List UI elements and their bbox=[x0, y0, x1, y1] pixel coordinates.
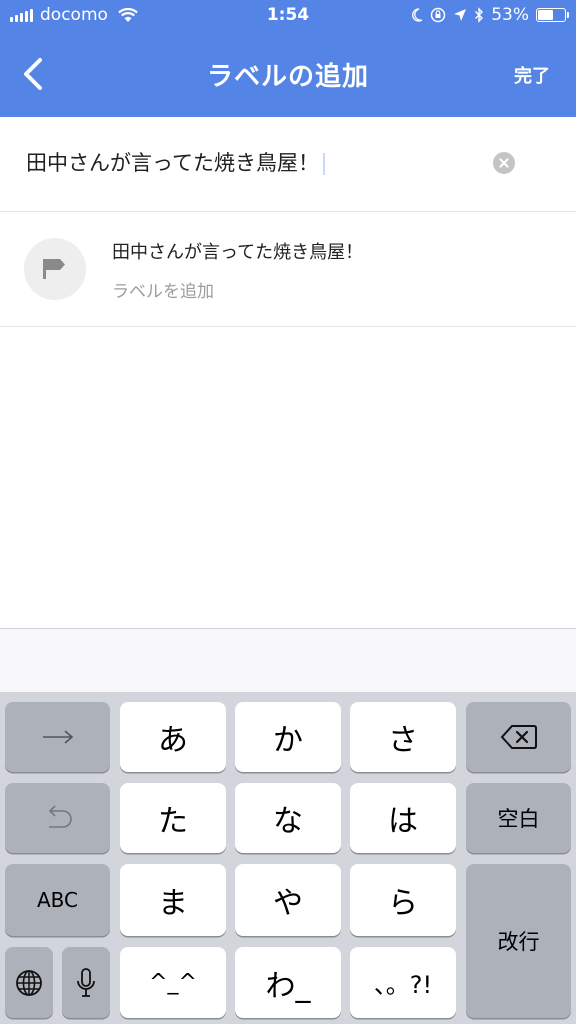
done-button[interactable]: 完了 bbox=[514, 62, 550, 88]
add-label-suggestion[interactable]: 田中さんが言ってた焼き鳥屋！ ラベルを追加 bbox=[0, 212, 576, 327]
moon-icon bbox=[412, 8, 423, 22]
backspace-key[interactable] bbox=[466, 702, 571, 772]
abc-key[interactable]: ABC bbox=[5, 864, 110, 936]
microphone-icon bbox=[77, 967, 95, 997]
key-ya[interactable]: や bbox=[235, 864, 341, 936]
microphone-key[interactable] bbox=[62, 947, 110, 1018]
space-key[interactable]: 空白 bbox=[466, 783, 571, 853]
key-ka[interactable]: か bbox=[235, 702, 341, 772]
globe-icon bbox=[16, 969, 42, 996]
key-punctuation[interactable]: 、。?! bbox=[350, 947, 456, 1018]
enter-key[interactable]: 改行 bbox=[466, 864, 571, 1018]
location-arrow-icon bbox=[454, 9, 467, 21]
key-ha[interactable]: は bbox=[350, 783, 456, 853]
arrow-right-icon bbox=[42, 730, 73, 744]
navigation-bar: ラベルの追加 完了 bbox=[0, 34, 576, 117]
clear-input-button[interactable] bbox=[493, 152, 515, 174]
backspace-icon bbox=[500, 725, 537, 749]
key-ra[interactable]: ら bbox=[350, 864, 456, 936]
undo-icon bbox=[48, 805, 72, 828]
globe-key[interactable] bbox=[5, 947, 53, 1018]
label-input[interactable]: 田中さんが言ってた焼き鳥屋！ bbox=[26, 147, 325, 177]
app-header: docomo 1:54 53% ラベルの追加 完了 bbox=[0, 0, 576, 117]
flag-icon bbox=[43, 259, 65, 279]
rotation-lock-icon bbox=[430, 7, 446, 23]
battery-percent: 53% bbox=[491, 5, 529, 25]
status-bar: docomo 1:54 53% bbox=[0, 0, 576, 34]
suggestion-subtitle: ラベルを追加 bbox=[112, 282, 214, 302]
key-na[interactable]: な bbox=[235, 783, 341, 853]
label-input-row: 田中さんが言ってた焼き鳥屋！ bbox=[0, 117, 576, 212]
keyboard-suggestion-bar bbox=[0, 628, 576, 693]
flag-avatar bbox=[24, 238, 86, 300]
label-input-value: 田中さんが言ってた焼き鳥屋！ bbox=[26, 151, 319, 175]
undo-key[interactable] bbox=[5, 783, 110, 853]
next-char-key[interactable] bbox=[5, 702, 110, 772]
page-title: ラベルの追加 bbox=[206, 62, 369, 92]
key-kaomoji[interactable]: ^_^ bbox=[120, 947, 226, 1018]
text-cursor bbox=[322, 153, 325, 175]
kana-keyboard: あ か さ た な は 空白 ABC ま や ら 改行 ^_^ わ_ 、。?! bbox=[0, 692, 576, 1024]
key-sa[interactable]: さ bbox=[350, 702, 456, 772]
clear-icon bbox=[499, 158, 509, 168]
key-ma[interactable]: ま bbox=[120, 864, 226, 936]
key-wa[interactable]: わ_ bbox=[235, 947, 341, 1018]
key-a[interactable]: あ bbox=[120, 702, 226, 772]
bluetooth-icon bbox=[475, 7, 484, 23]
battery-icon bbox=[536, 8, 569, 22]
suggestion-title: 田中さんが言ってた焼き鳥屋！ bbox=[112, 242, 364, 263]
key-ta[interactable]: た bbox=[120, 783, 226, 853]
